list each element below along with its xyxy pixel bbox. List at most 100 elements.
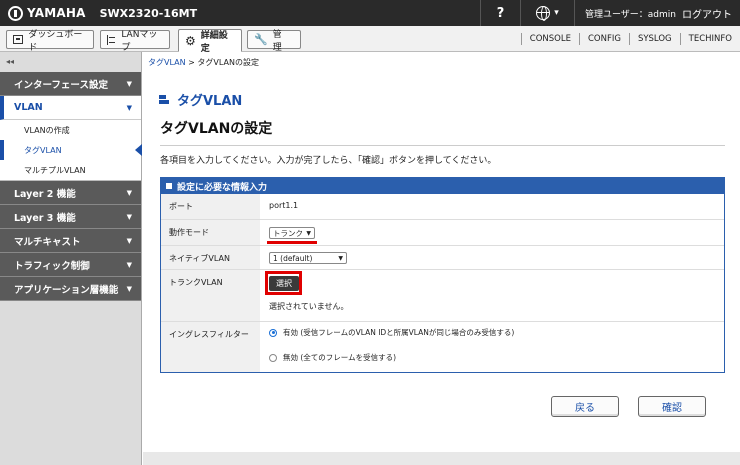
port-row: ポート port1.1 [161, 194, 724, 220]
lan-map-icon [107, 34, 116, 45]
tab-management[interactable]: 🔧 管 理 [247, 30, 301, 53]
sidebar-item-tag-vlan[interactable]: タグVLAN [0, 140, 142, 160]
sidebar-group-label: アプリケーション層機能 [14, 284, 119, 296]
sidebar-group-vlan[interactable]: VLAN ▼ [0, 96, 141, 120]
footer-area [143, 452, 740, 465]
breadcrumb-current: タグVLANの設定 [197, 58, 259, 67]
console-link[interactable]: CONSOLE [520, 32, 579, 45]
panel-header: 設定に必要な情報入力 [161, 178, 724, 194]
tab-lan-map[interactable]: LANマップ [100, 30, 170, 53]
native-vlan-row: ネイティブVLAN 1 (default) ▼ [161, 246, 724, 270]
chevron-down-icon: ▼ [306, 229, 311, 237]
sidebar-group-label: Layer 3 機能 [14, 212, 76, 224]
chevron-down-icon: ▼ [126, 79, 132, 88]
chevron-down-icon: ▼ [126, 188, 132, 197]
sidebar-group-label: マルチキャスト [14, 236, 81, 248]
syslog-link[interactable]: SYSLOG [628, 32, 680, 45]
back-button[interactable]: 戻る [551, 396, 619, 417]
chevron-down-icon: ▼ [126, 260, 132, 269]
yamaha-logo-icon [8, 5, 23, 21]
confirm-button[interactable]: 確認 [638, 396, 706, 417]
ingress-filter-row: イングレスフィルター 有効 (受信フレームのVLAN IDと所属VLANが同じ場… [161, 322, 724, 372]
ingress-enable-label: 有効 (受信フレームのVLAN IDと所属VLANが同じ場合のみ受信する) [283, 328, 515, 337]
radio-enable[interactable] [269, 328, 277, 337]
settings-panel: 設定に必要な情報入力 ポート port1.1 動作モード トランク ▼ ネイティ… [160, 177, 725, 373]
breadcrumb-parent[interactable]: タグVLAN [148, 58, 186, 67]
ingress-filter-label: イングレスフィルター [161, 322, 260, 372]
chevron-down-icon: ▼ [126, 103, 132, 112]
tab-label: ダッシュボード [28, 29, 83, 53]
model-name: SWX2320-16MT [99, 6, 198, 20]
breadcrumb: タグVLAN > タグVLANの設定 [148, 57, 259, 68]
vlan-submenu: VLANの作成 タグVLAN マルチプルVLAN [0, 120, 142, 181]
techinfo-link[interactable]: TECHINFO [679, 32, 740, 45]
brand-name: YAMAHA [27, 6, 86, 20]
title-divider [160, 145, 725, 146]
chevron-down-icon: ▼ [126, 236, 132, 245]
trunk-vlan-label: トランクVLAN [161, 270, 260, 321]
sidebar-group-traffic[interactable]: トラフィック制御 ▼ [0, 253, 141, 277]
native-vlan-label: ネイティブVLAN [161, 246, 260, 269]
mode-select-value: トランク [273, 228, 303, 238]
wrench-icon: 🔧 [254, 33, 268, 46]
top-bar: YAMAHA SWX2320-16MT ? ▾ 管理ユーザー：admin ログア… [0, 0, 740, 26]
user-label: 管理ユーザー：admin [584, 9, 676, 20]
native-vlan-select-value: 1 (default) [273, 253, 313, 263]
sidebar-group-multicast[interactable]: マルチキャスト ▼ [0, 229, 141, 253]
logout-link[interactable]: ログアウト [682, 6, 732, 21]
tab-label: LANマップ [121, 29, 158, 53]
ingress-enable-option[interactable]: 有効 (受信フレームのVLAN IDと所属VLANが同じ場合のみ受信する) [269, 327, 724, 338]
utility-links: CONSOLE CONFIG SYSLOG TECHINFO [520, 26, 740, 51]
sidebar-group-interface[interactable]: インターフェース設定 ▼ [0, 72, 141, 96]
gear-icon: ⚙ [185, 33, 196, 48]
globe-icon [536, 6, 551, 21]
sidebar-group-layer3[interactable]: Layer 3 機能 ▼ [0, 205, 141, 229]
square-icon [166, 183, 172, 189]
tab-bar: ダッシュボード LANマップ ⚙ 詳細設定 🔧 管 理 CONSOLE CONF… [0, 26, 740, 54]
sidebar: ◂◂ インターフェース設定 ▼ VLAN ▼ VLANの作成 タグVLAN マル… [0, 52, 142, 465]
page-title: タグVLANの設定 [160, 121, 273, 137]
language-selector[interactable]: ▾ [519, 0, 574, 26]
help-icon[interactable]: ? [479, 0, 520, 26]
tab-label: 管 理 [272, 29, 291, 53]
tab-advanced-settings[interactable]: ⚙ 詳細設定 [178, 29, 242, 54]
breadcrumb-separator: > [188, 58, 195, 67]
section-icon [159, 95, 169, 104]
highlight-box [265, 271, 302, 295]
sidebar-group-label: VLAN [14, 102, 43, 113]
ingress-disable-option[interactable]: 無効 (全てのフレームを受信する) [269, 352, 724, 363]
user-area: 管理ユーザー：admin ログアウト [573, 0, 740, 26]
panel-title: 設定に必要な情報入力 [177, 182, 268, 193]
radio-disable[interactable] [269, 353, 277, 362]
chevron-down-icon: ▾ [554, 8, 559, 18]
port-label: ポート [161, 194, 260, 219]
ingress-disable-label: 無効 (全てのフレームを受信する) [283, 353, 397, 362]
trunk-vlan-row: トランクVLAN 選択 選択されていません。 [161, 270, 724, 322]
mode-label: 動作モード [161, 220, 260, 245]
chevron-down-icon: ▼ [338, 254, 343, 262]
sidebar-group-application[interactable]: アプリケーション層機能 ▼ [0, 277, 141, 301]
sidebar-item-vlan-create[interactable]: VLANの作成 [0, 120, 141, 140]
config-link[interactable]: CONFIG [578, 32, 629, 45]
tab-dashboard[interactable]: ダッシュボード [6, 30, 94, 53]
mode-select[interactable]: トランク ▼ [269, 227, 315, 239]
chevron-down-icon: ▼ [126, 284, 132, 293]
section-title-text: タグVLAN [177, 94, 243, 109]
sidebar-group-label: トラフィック制御 [14, 260, 90, 272]
sidebar-group-layer2[interactable]: Layer 2 機能 ▼ [0, 181, 141, 205]
port-value: port1.1 [269, 201, 299, 210]
section-title: タグVLAN [159, 90, 242, 109]
highlight-underline [267, 241, 317, 244]
trunk-vlan-note: 選択されていません。 [269, 302, 349, 311]
native-vlan-select[interactable]: 1 (default) ▼ [269, 252, 347, 264]
instruction-text: 各項目を入力してください。入力が完了したら、「確認」ボタンを押してください。 [160, 156, 497, 166]
sidebar-item-multiple-vlan[interactable]: マルチプルVLAN [0, 160, 141, 180]
tab-label: 詳細設定 [200, 30, 228, 54]
collapse-sidebar-icon[interactable]: ◂◂ [0, 52, 141, 72]
chevron-down-icon: ▼ [126, 212, 132, 221]
yamaha-logo: YAMAHA [8, 5, 86, 21]
mode-row: 動作モード トランク ▼ [161, 220, 724, 246]
dashboard-icon [13, 35, 24, 44]
main-content: タグVLAN > タグVLANの設定 タグVLAN タグVLANの設定 各項目を… [143, 52, 740, 465]
sidebar-group-label: Layer 2 機能 [14, 188, 76, 200]
